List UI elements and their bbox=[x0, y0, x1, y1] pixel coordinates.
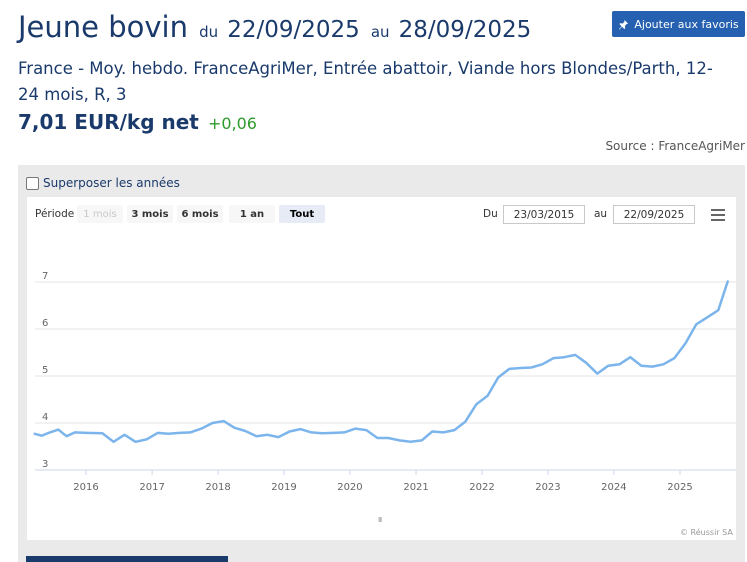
data-point bbox=[299, 428, 302, 430]
data-point bbox=[288, 430, 291, 433]
data-point bbox=[189, 431, 192, 434]
x-tick-label: 2021 bbox=[403, 482, 428, 493]
data-point bbox=[574, 354, 576, 356]
data-point bbox=[662, 363, 665, 366]
data-point bbox=[200, 427, 203, 430]
data-point bbox=[640, 364, 643, 367]
data-point bbox=[497, 376, 500, 379]
data-point bbox=[508, 368, 511, 370]
data-point bbox=[420, 439, 423, 442]
data-point bbox=[49, 431, 51, 434]
data-point bbox=[541, 363, 544, 366]
data-point bbox=[74, 431, 76, 434]
data-point bbox=[585, 362, 587, 364]
data-point bbox=[57, 428, 60, 431]
data-point bbox=[277, 436, 280, 438]
data-point bbox=[618, 363, 621, 366]
data-point bbox=[123, 434, 126, 436]
data-point bbox=[255, 435, 258, 438]
navigator-handle[interactable]: III bbox=[378, 516, 382, 524]
data-point bbox=[310, 431, 313, 434]
x-tick-label: 2016 bbox=[73, 482, 98, 493]
chart-credit: © Réussir SA bbox=[680, 528, 733, 537]
y-tick-label: 6 bbox=[42, 318, 48, 329]
data-point bbox=[65, 435, 68, 438]
data-point bbox=[651, 365, 654, 368]
data-point bbox=[145, 438, 148, 441]
data-point bbox=[321, 432, 324, 435]
data-point bbox=[409, 441, 412, 443]
data-point bbox=[134, 441, 137, 443]
series-line-0 bbox=[33, 280, 729, 444]
data-point bbox=[673, 357, 676, 359]
data-point bbox=[244, 430, 247, 432]
data-point bbox=[519, 367, 522, 369]
data-point bbox=[33, 433, 36, 435]
data-point bbox=[596, 372, 599, 375]
x-tick-label: 2025 bbox=[667, 482, 692, 493]
data-point bbox=[726, 280, 729, 283]
data-point bbox=[453, 429, 456, 431]
bottom-action-button[interactable] bbox=[26, 556, 228, 562]
x-tick-label: 2018 bbox=[205, 482, 230, 493]
y-tick-label: 4 bbox=[42, 412, 48, 423]
data-point bbox=[112, 441, 115, 443]
data-point bbox=[475, 403, 478, 406]
data-point bbox=[442, 431, 445, 434]
data-point bbox=[552, 357, 555, 359]
x-tick-label: 2022 bbox=[469, 482, 494, 493]
x-tick-label: 2023 bbox=[535, 482, 560, 493]
x-tick-label: 2019 bbox=[271, 482, 296, 493]
data-point bbox=[266, 434, 269, 436]
data-point bbox=[332, 432, 335, 434]
data-point bbox=[563, 356, 565, 359]
y-tick-label: 7 bbox=[42, 271, 48, 282]
data-point bbox=[695, 323, 698, 326]
data-point bbox=[354, 427, 357, 430]
data-point bbox=[101, 432, 104, 435]
data-point bbox=[684, 342, 687, 344]
data-point bbox=[222, 420, 225, 422]
data-point bbox=[85, 432, 87, 434]
data-point bbox=[431, 430, 434, 433]
x-tick-label: 2020 bbox=[337, 482, 362, 493]
data-point bbox=[343, 431, 346, 434]
data-point bbox=[376, 437, 379, 439]
x-tick-label: 2024 bbox=[601, 482, 626, 493]
y-tick-label: 5 bbox=[42, 365, 48, 376]
y-tick-label: 3 bbox=[42, 459, 48, 470]
data-point bbox=[486, 394, 489, 397]
data-point bbox=[387, 437, 390, 439]
data-point bbox=[365, 429, 368, 431]
data-point bbox=[464, 420, 467, 423]
x-tick-label: 2017 bbox=[139, 482, 164, 493]
data-point bbox=[167, 433, 170, 435]
price-line-chart: 3 4 5 6 7 2016 2017 2018 2019 2020 2021 2022 2023 202… bbox=[33, 271, 736, 493]
data-point bbox=[178, 432, 181, 434]
data-point bbox=[233, 426, 236, 429]
data-point bbox=[40, 434, 43, 437]
data-point bbox=[717, 309, 720, 312]
data-point bbox=[607, 364, 610, 367]
data-point bbox=[398, 439, 401, 442]
data-point bbox=[629, 356, 632, 359]
data-point bbox=[706, 316, 709, 319]
data-point bbox=[211, 422, 214, 424]
data-point bbox=[156, 432, 159, 434]
data-point bbox=[530, 366, 533, 369]
